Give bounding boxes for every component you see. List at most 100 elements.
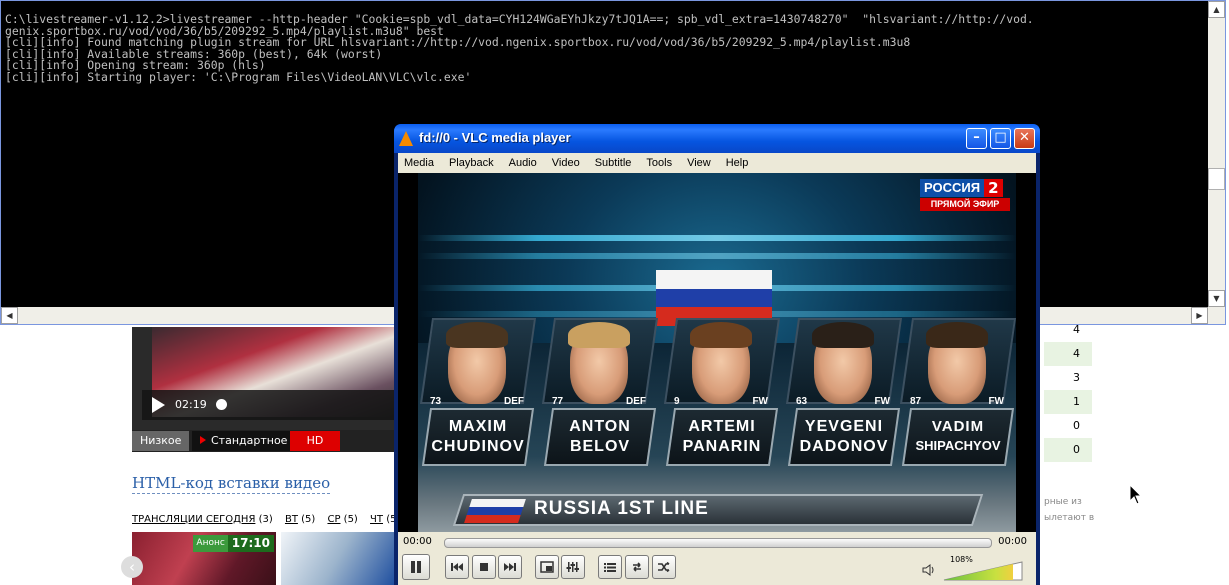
table-cell: 0 (1073, 419, 1080, 432)
player-first-name: ARTEMI (688, 418, 756, 435)
broadcast-thumbnail[interactable] (281, 532, 394, 585)
tab-day-count: (5) (301, 514, 316, 525)
extended-settings-button[interactable] (561, 555, 585, 579)
player-card: 73 DEF MAXIM CHUDINOV (419, 318, 537, 480)
minimize-button[interactable]: – (966, 128, 987, 149)
volume-level: 108% (950, 555, 973, 564)
player-nameplate (543, 408, 657, 466)
side-text-line: ылетают в (1044, 513, 1095, 523)
channel-logo-top: РОССИЯ 2 (920, 179, 1010, 197)
quality-low-button[interactable]: Низкое (132, 431, 190, 451)
menu-tools[interactable]: Tools (646, 157, 672, 169)
loop-button[interactable] (625, 555, 649, 579)
channel-logo: РОССИЯ 2 ПРЯМОЙ ЭФИР (920, 179, 1010, 211)
player-card: 63 FW YEVGENI DADONOV (785, 318, 903, 480)
player-last-name: BELOV (569, 438, 631, 455)
tab-day-tue[interactable]: ВТ (5) (285, 514, 315, 525)
player-nameplate (787, 408, 901, 466)
scrollbar-thumb[interactable] (1208, 168, 1225, 190)
time-total: 00:00 (998, 536, 1027, 547)
player-first-name: MAXIM (448, 418, 508, 435)
playlist-button[interactable] (598, 555, 622, 579)
player-first-name: YEVGENI (804, 418, 884, 435)
table-cell: 0 (1044, 438, 1092, 462)
chevron-left-icon[interactable]: ‹ (121, 556, 143, 578)
stop-icon (480, 563, 488, 571)
player-nameplate (901, 408, 1015, 466)
player-hair (568, 322, 630, 348)
play-icon[interactable] (152, 397, 165, 413)
player-position: FW (988, 396, 1004, 407)
web-video-player[interactable]: 02:19 Низкое Стандартное HD (132, 327, 394, 452)
player-number: 73 (430, 396, 442, 407)
previous-button[interactable] (445, 555, 469, 579)
player-position: DEF (504, 396, 524, 407)
scroll-down-icon[interactable]: ▼ (1208, 290, 1225, 307)
vlc-window[interactable]: fd://0 - VLC media player – □ ✕ Media Pl… (394, 124, 1040, 585)
player-last-name: SHIPACHYOV (915, 438, 1001, 453)
menu-help[interactable]: Help (726, 157, 749, 169)
tab-today-label: ТРАНСЛЯЦИИ СЕГОДНЯ (132, 514, 256, 525)
vlc-title-bar[interactable]: fd://0 - VLC media player – □ ✕ (394, 124, 1040, 153)
menu-bar: Media Playback Audio Video Subtitle Tool… (398, 153, 1036, 173)
tab-today[interactable]: ТРАНСЛЯЦИИ СЕГОДНЯ (3) (132, 514, 273, 525)
pause-icon (411, 561, 421, 573)
thumbnail-badge-label: Анонс (193, 535, 228, 552)
player-last-name: CHUDINOV (431, 438, 525, 455)
channel-number: 2 (984, 179, 1003, 197)
console-vertical-scrollbar[interactable]: ▲ ▼ (1208, 1, 1225, 307)
console-output: C:\livestreamer-v1.12.2>livestreamer --h… (5, 13, 1205, 84)
menu-subtitle[interactable]: Subtitle (595, 157, 632, 169)
lineup-banner (452, 494, 984, 526)
live-badge: ПРЯМОЙ ЭФИР (920, 198, 1010, 211)
shuffle-button[interactable] (652, 555, 676, 579)
scroll-right-icon[interactable]: ▶ (1191, 307, 1208, 324)
loop-icon (633, 562, 641, 572)
player-position: DEF (626, 396, 646, 407)
stop-button[interactable] (472, 555, 496, 579)
quality-hd-button[interactable]: HD (290, 431, 340, 451)
next-icon (504, 563, 516, 571)
player-hair (812, 322, 874, 348)
player-nameplate (665, 408, 779, 466)
quality-standard-button[interactable]: Стандартное (192, 431, 296, 451)
equalizer-icon (566, 562, 579, 572)
scroll-left-icon[interactable]: ◀ (1, 307, 18, 324)
speaker-icon[interactable] (922, 563, 936, 577)
window-title: fd://0 - VLC media player (419, 130, 571, 145)
menu-playback[interactable]: Playback (449, 157, 494, 169)
broadcast-thumbnail[interactable]: Анонс 17:10 (132, 532, 276, 585)
menu-media[interactable]: Media (404, 157, 434, 169)
tab-day-wed[interactable]: СР (5) (327, 514, 357, 525)
time-elapsed: 00:00 (403, 536, 432, 547)
table-cell: 3 (1073, 371, 1080, 384)
seek-slider[interactable] (444, 538, 992, 548)
player-number: 87 (910, 396, 922, 407)
next-button[interactable] (498, 555, 522, 579)
vlc-body: Media Playback Audio Video Subtitle Tool… (398, 153, 1036, 585)
fullscreen-button[interactable] (535, 555, 559, 579)
player-card: 77 DEF ANTON BELOV (541, 318, 659, 480)
tab-day-label: ЧТ (370, 514, 383, 525)
video-frame: 73 DEF MAXIM CHUDINOV 77 DEF ANTON BELOV (418, 173, 1016, 532)
tab-day-label: СР (327, 514, 341, 525)
menu-video[interactable]: Video (552, 157, 580, 169)
embed-code-link[interactable]: HTML-код вставки видео (132, 474, 331, 494)
web-seek-handle[interactable] (216, 399, 227, 410)
scroll-up-icon[interactable]: ▲ (1208, 1, 1225, 18)
menu-view[interactable]: View (687, 157, 711, 169)
maximize-button[interactable]: □ (990, 128, 1011, 149)
shuffle-icon (658, 561, 670, 573)
menu-audio[interactable]: Audio (509, 157, 537, 169)
player-hair (926, 322, 988, 348)
player-last-name: DADONOV (799, 438, 889, 455)
player-hair (690, 322, 752, 348)
video-area[interactable]: 73 DEF MAXIM CHUDINOV 77 DEF ANTON BELOV (398, 173, 1036, 532)
player-nameplate (421, 408, 535, 466)
quality-selector: Низкое Стандартное HD (132, 430, 394, 452)
playback-toolbar: 108% (398, 554, 1036, 585)
tab-day-label: ВТ (284, 514, 298, 525)
player-card: 9 FW ARTEMI PANARIN (663, 318, 781, 480)
close-button[interactable]: ✕ (1014, 128, 1035, 149)
pause-button[interactable] (402, 554, 430, 580)
